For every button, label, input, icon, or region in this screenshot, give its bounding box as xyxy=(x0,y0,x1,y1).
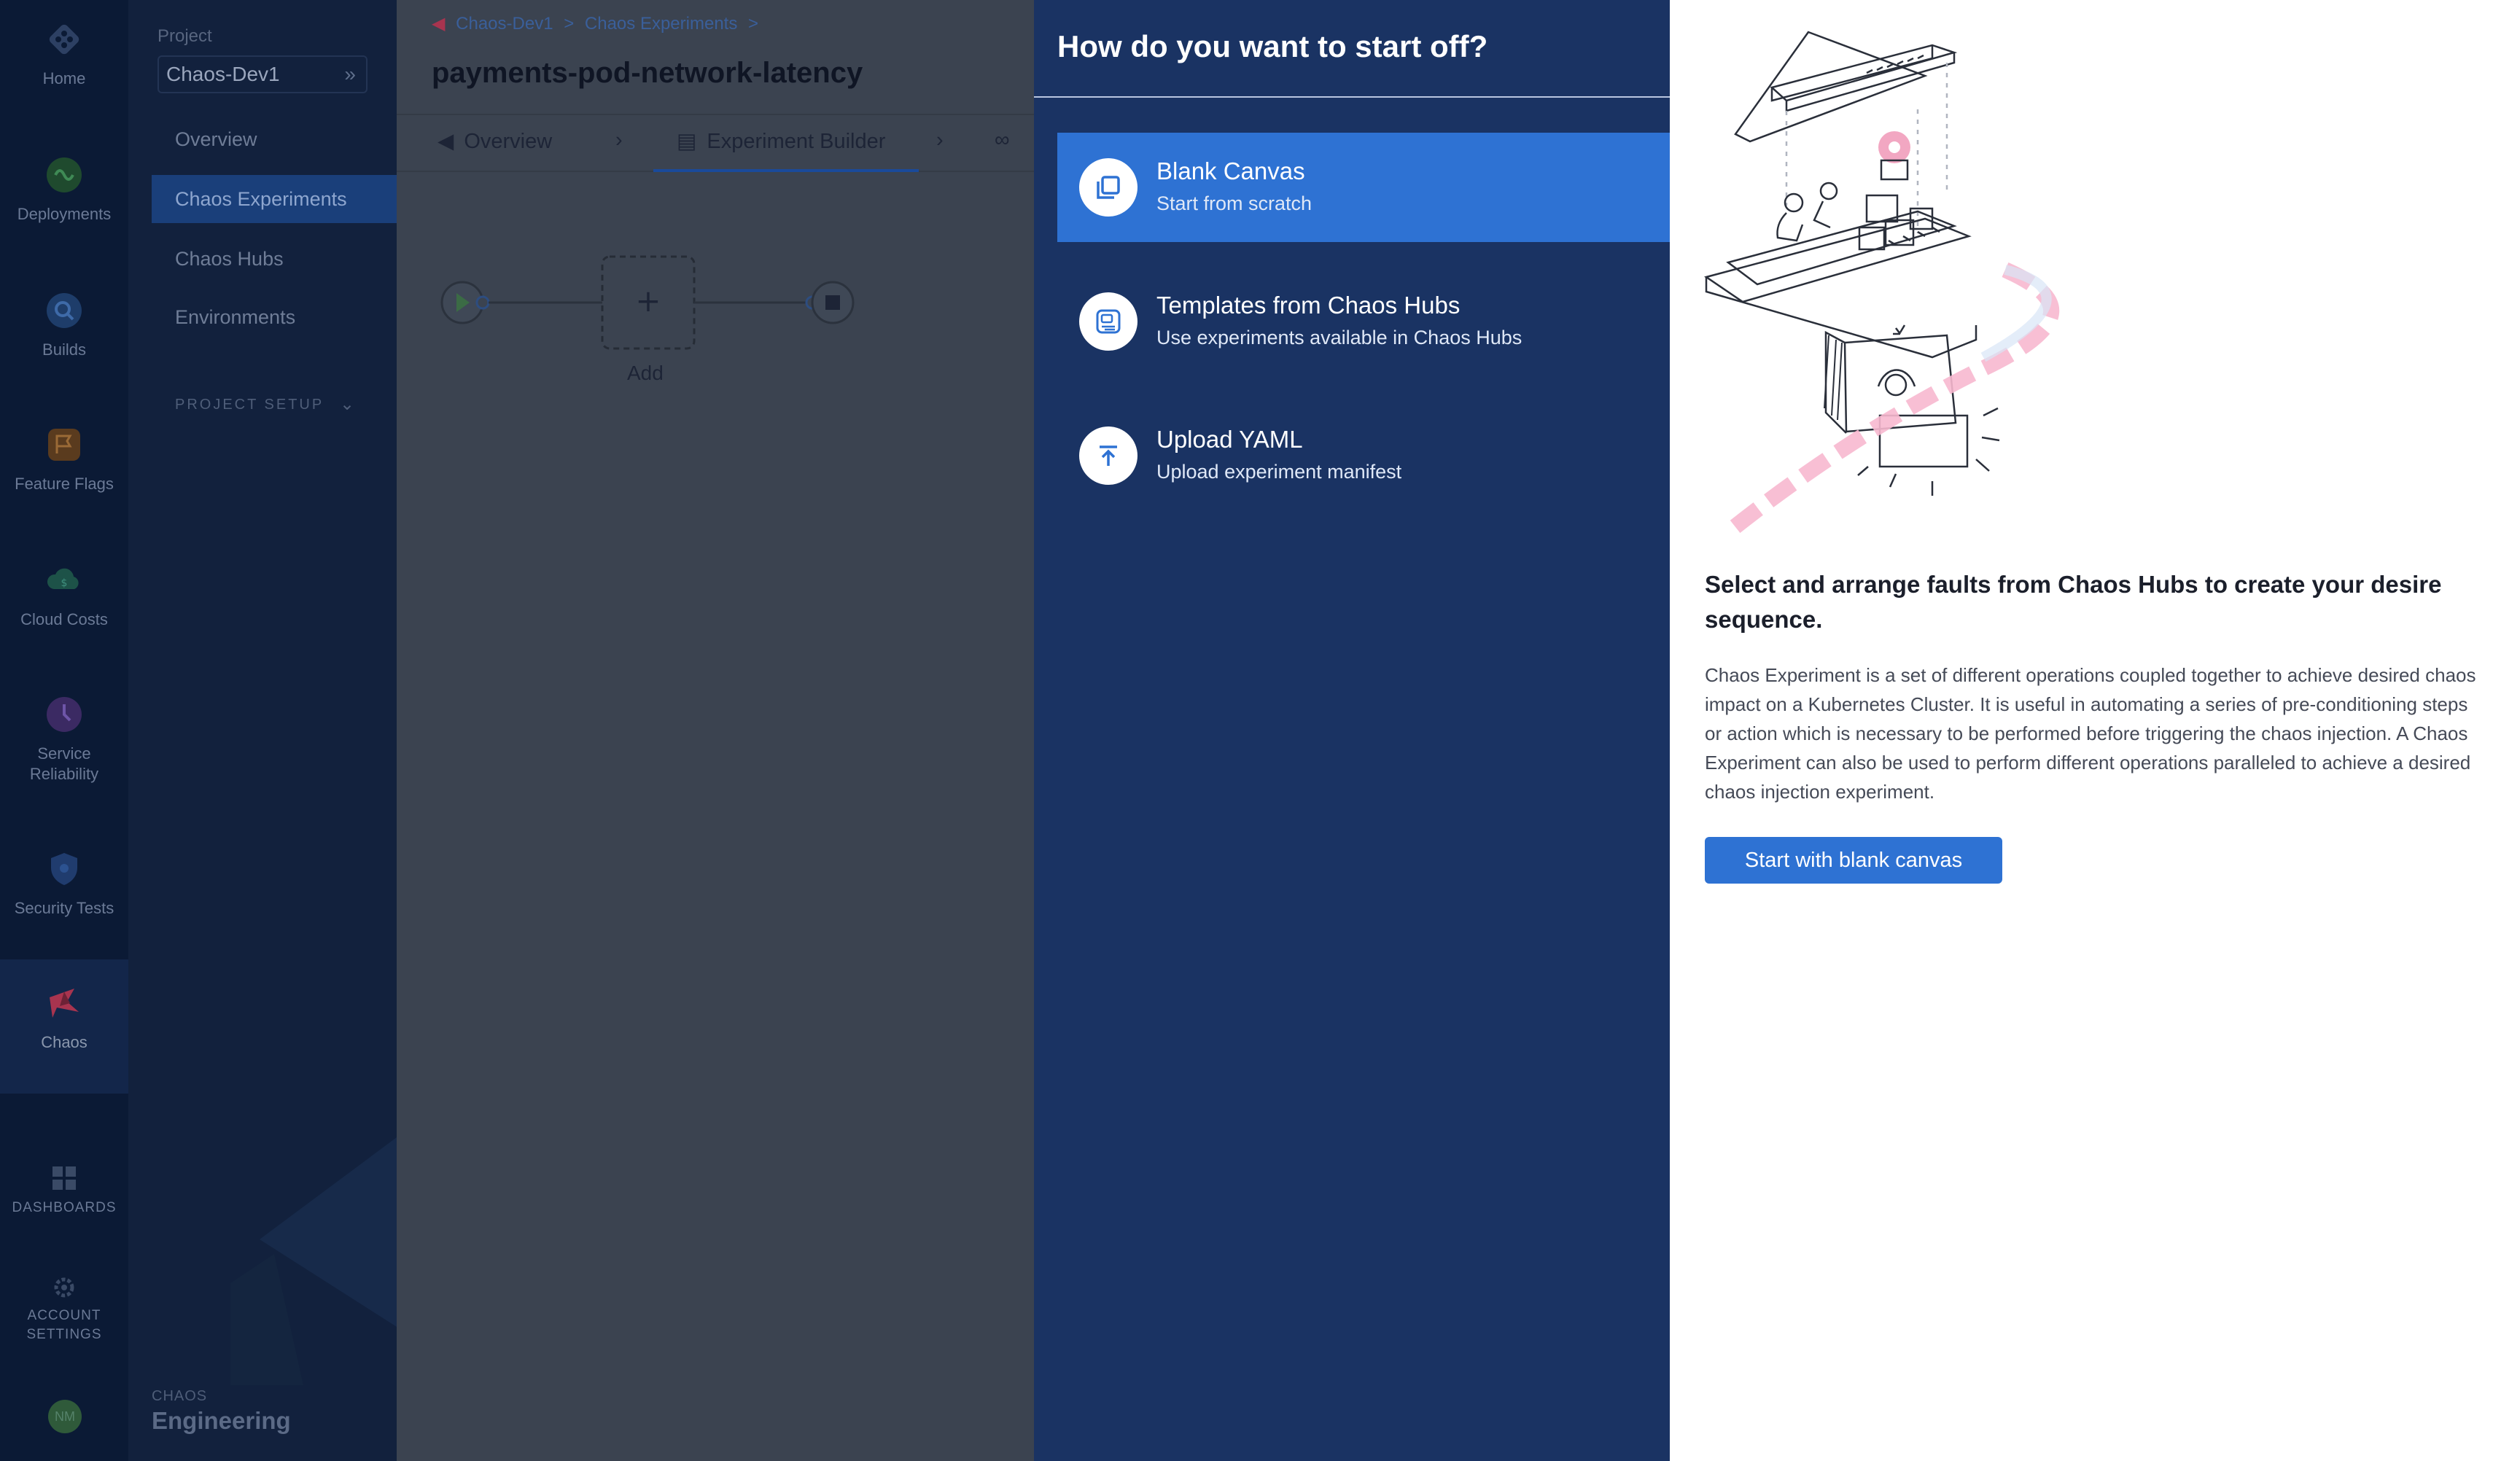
chevron-right-icon: › xyxy=(615,128,623,152)
cloud-costs-icon: $ xyxy=(47,568,79,589)
module-name-small: CHAOS xyxy=(152,1388,208,1404)
chevron-down-icon[interactable]: ⌄ xyxy=(340,394,354,415)
rail-item-builds[interactable]: Builds xyxy=(0,289,128,360)
active-tab-indicator xyxy=(653,169,919,172)
start-with-blank-canvas-button[interactable]: Start with blank canvas xyxy=(1705,837,2002,884)
start-options-panel: How do you want to start off? Blank Canv… xyxy=(1034,0,1670,1461)
breadcrumb-separator: > xyxy=(564,14,575,34)
rail-label: ACCOUNT SETTINGS xyxy=(26,1308,102,1342)
divider xyxy=(1034,96,1670,98)
breadcrumb-project[interactable]: Chaos-Dev1 xyxy=(456,14,553,34)
project-selector[interactable]: Chaos-Dev1 » xyxy=(158,55,368,93)
option-subtitle: Start from scratch xyxy=(1156,192,1312,214)
rail-label: Chaos xyxy=(41,1033,88,1051)
rail-label: Home xyxy=(42,69,86,87)
start-option-details: Select and arrange faults from Chaos Hub… xyxy=(1670,0,2520,1461)
rail-label: Service Reliability xyxy=(29,744,99,783)
rail-label: Security Tests xyxy=(14,899,114,917)
project-setup-toggle[interactable]: PROJECT SETUP xyxy=(175,397,324,413)
stop-icon xyxy=(825,295,840,310)
service-reliability-icon xyxy=(47,697,82,732)
info-body: Chaos Experiment is a set of different o… xyxy=(1705,664,2476,803)
nav-item-overview[interactable]: Overview xyxy=(152,115,397,163)
rail-label: Deployments xyxy=(17,205,112,223)
rail-item-feature-flags[interactable]: Feature Flags xyxy=(0,423,128,494)
option-subtitle: Upload experiment manifest xyxy=(1156,461,1402,483)
nav-item-chaos-experiments[interactable]: Chaos Experiments xyxy=(152,175,397,223)
dashboards-icon xyxy=(52,1166,76,1190)
plus-icon: + xyxy=(635,283,661,319)
rail-item-cloud-costs[interactable]: $ Cloud Costs xyxy=(0,558,128,630)
project-name: Chaos-Dev1 xyxy=(166,63,280,85)
option-title: Upload YAML xyxy=(1156,426,1303,453)
rail-item-dashboards[interactable]: DASHBOARDS xyxy=(0,1164,128,1218)
tab-bar: ◀ Overview › ▤ Experiment Builder › ∞ xyxy=(397,114,1034,172)
chaos-icon xyxy=(50,989,79,1018)
add-step-label: Add xyxy=(627,362,664,384)
rail-label: Builds xyxy=(42,340,86,359)
option-upload-yaml[interactable]: Upload YAML Upload experiment manifest xyxy=(1057,401,1670,510)
drawer-title: How do you want to start off? xyxy=(1057,29,1488,63)
upload-icon xyxy=(1079,426,1138,485)
rail-item-service-reliability[interactable]: Service Reliability xyxy=(0,693,128,784)
info-heading: Select and arrange faults from Chaos Hub… xyxy=(1705,571,2442,633)
breadcrumb: ◀ Chaos-Dev1 > Chaos Experiments > xyxy=(432,13,764,34)
tab-label: Overview xyxy=(464,130,553,153)
module-rail: Home Deployments Builds Feature Flags $ … xyxy=(0,0,128,1461)
overview-tab-icon: ◀ xyxy=(438,130,454,153)
project-label: Project xyxy=(158,26,212,46)
option-title: Templates from Chaos Hubs xyxy=(1156,292,1461,319)
experiment-page: ◀ Chaos-Dev1 > Chaos Experiments > payme… xyxy=(397,0,1034,1461)
rail-item-deployments[interactable]: Deployments xyxy=(0,153,128,225)
avatar[interactable]: NM xyxy=(48,1400,82,1433)
builds-icon xyxy=(47,293,82,328)
chevron-right-icon: › xyxy=(936,128,944,152)
page-title: payments-pod-network-latency xyxy=(432,57,863,89)
chaos-watermark-icon xyxy=(230,1137,397,1385)
breadcrumb-separator: > xyxy=(748,14,759,34)
project-nav: Project Chaos-Dev1 » Overview Chaos Expe… xyxy=(128,0,397,1461)
option-title: Blank Canvas xyxy=(1156,157,1305,184)
link-icon: ∞ xyxy=(995,128,1010,152)
tab-overview[interactable]: ◀ Overview xyxy=(438,128,552,154)
option-blank-canvas[interactable]: Blank Canvas Start from scratch xyxy=(1057,133,1670,242)
svg-text:$: $ xyxy=(61,577,68,589)
tab-experiment-builder[interactable]: ▤ Experiment Builder xyxy=(677,128,885,154)
rail-item-security-tests[interactable]: Security Tests xyxy=(0,847,128,919)
rail-item-home[interactable]: Home xyxy=(0,17,128,89)
templates-icon xyxy=(1079,292,1138,351)
rail-label: DASHBOARDS xyxy=(12,1200,117,1215)
double-chevron-right-icon: » xyxy=(344,63,356,85)
option-subtitle: Use experiments available in Chaos Hubs xyxy=(1156,327,1522,348)
security-tests-icon xyxy=(51,853,77,885)
rail-item-account-settings[interactable]: ACCOUNT SETTINGS xyxy=(0,1273,128,1344)
deployments-icon xyxy=(47,157,82,192)
blank-canvas-icon xyxy=(1079,158,1138,217)
rail-label: Cloud Costs xyxy=(20,610,108,628)
rail-label: Feature Flags xyxy=(15,475,114,493)
experiment-flow-canvas: + xyxy=(440,255,855,350)
breadcrumb-experiments[interactable]: Chaos Experiments xyxy=(585,14,737,34)
option-templates-from-chaos-hubs[interactable]: Templates from Chaos Hubs Use experiment… xyxy=(1057,267,1670,376)
gear-icon xyxy=(54,1277,74,1298)
module-name-big: Engineering xyxy=(152,1407,291,1434)
blank-canvas-illustration xyxy=(1704,31,2060,539)
builder-tab-icon: ▤ xyxy=(677,130,697,153)
tab-label: Experiment Builder xyxy=(707,130,886,153)
nav-item-chaos-hubs[interactable]: Chaos Hubs xyxy=(152,235,397,283)
rail-item-chaos[interactable]: Chaos xyxy=(0,981,128,1053)
nav-item-environments[interactable]: Environments xyxy=(152,293,397,341)
chaos-icon: ◀ xyxy=(432,14,446,34)
feature-flags-icon xyxy=(48,429,80,461)
home-icon xyxy=(49,24,79,55)
